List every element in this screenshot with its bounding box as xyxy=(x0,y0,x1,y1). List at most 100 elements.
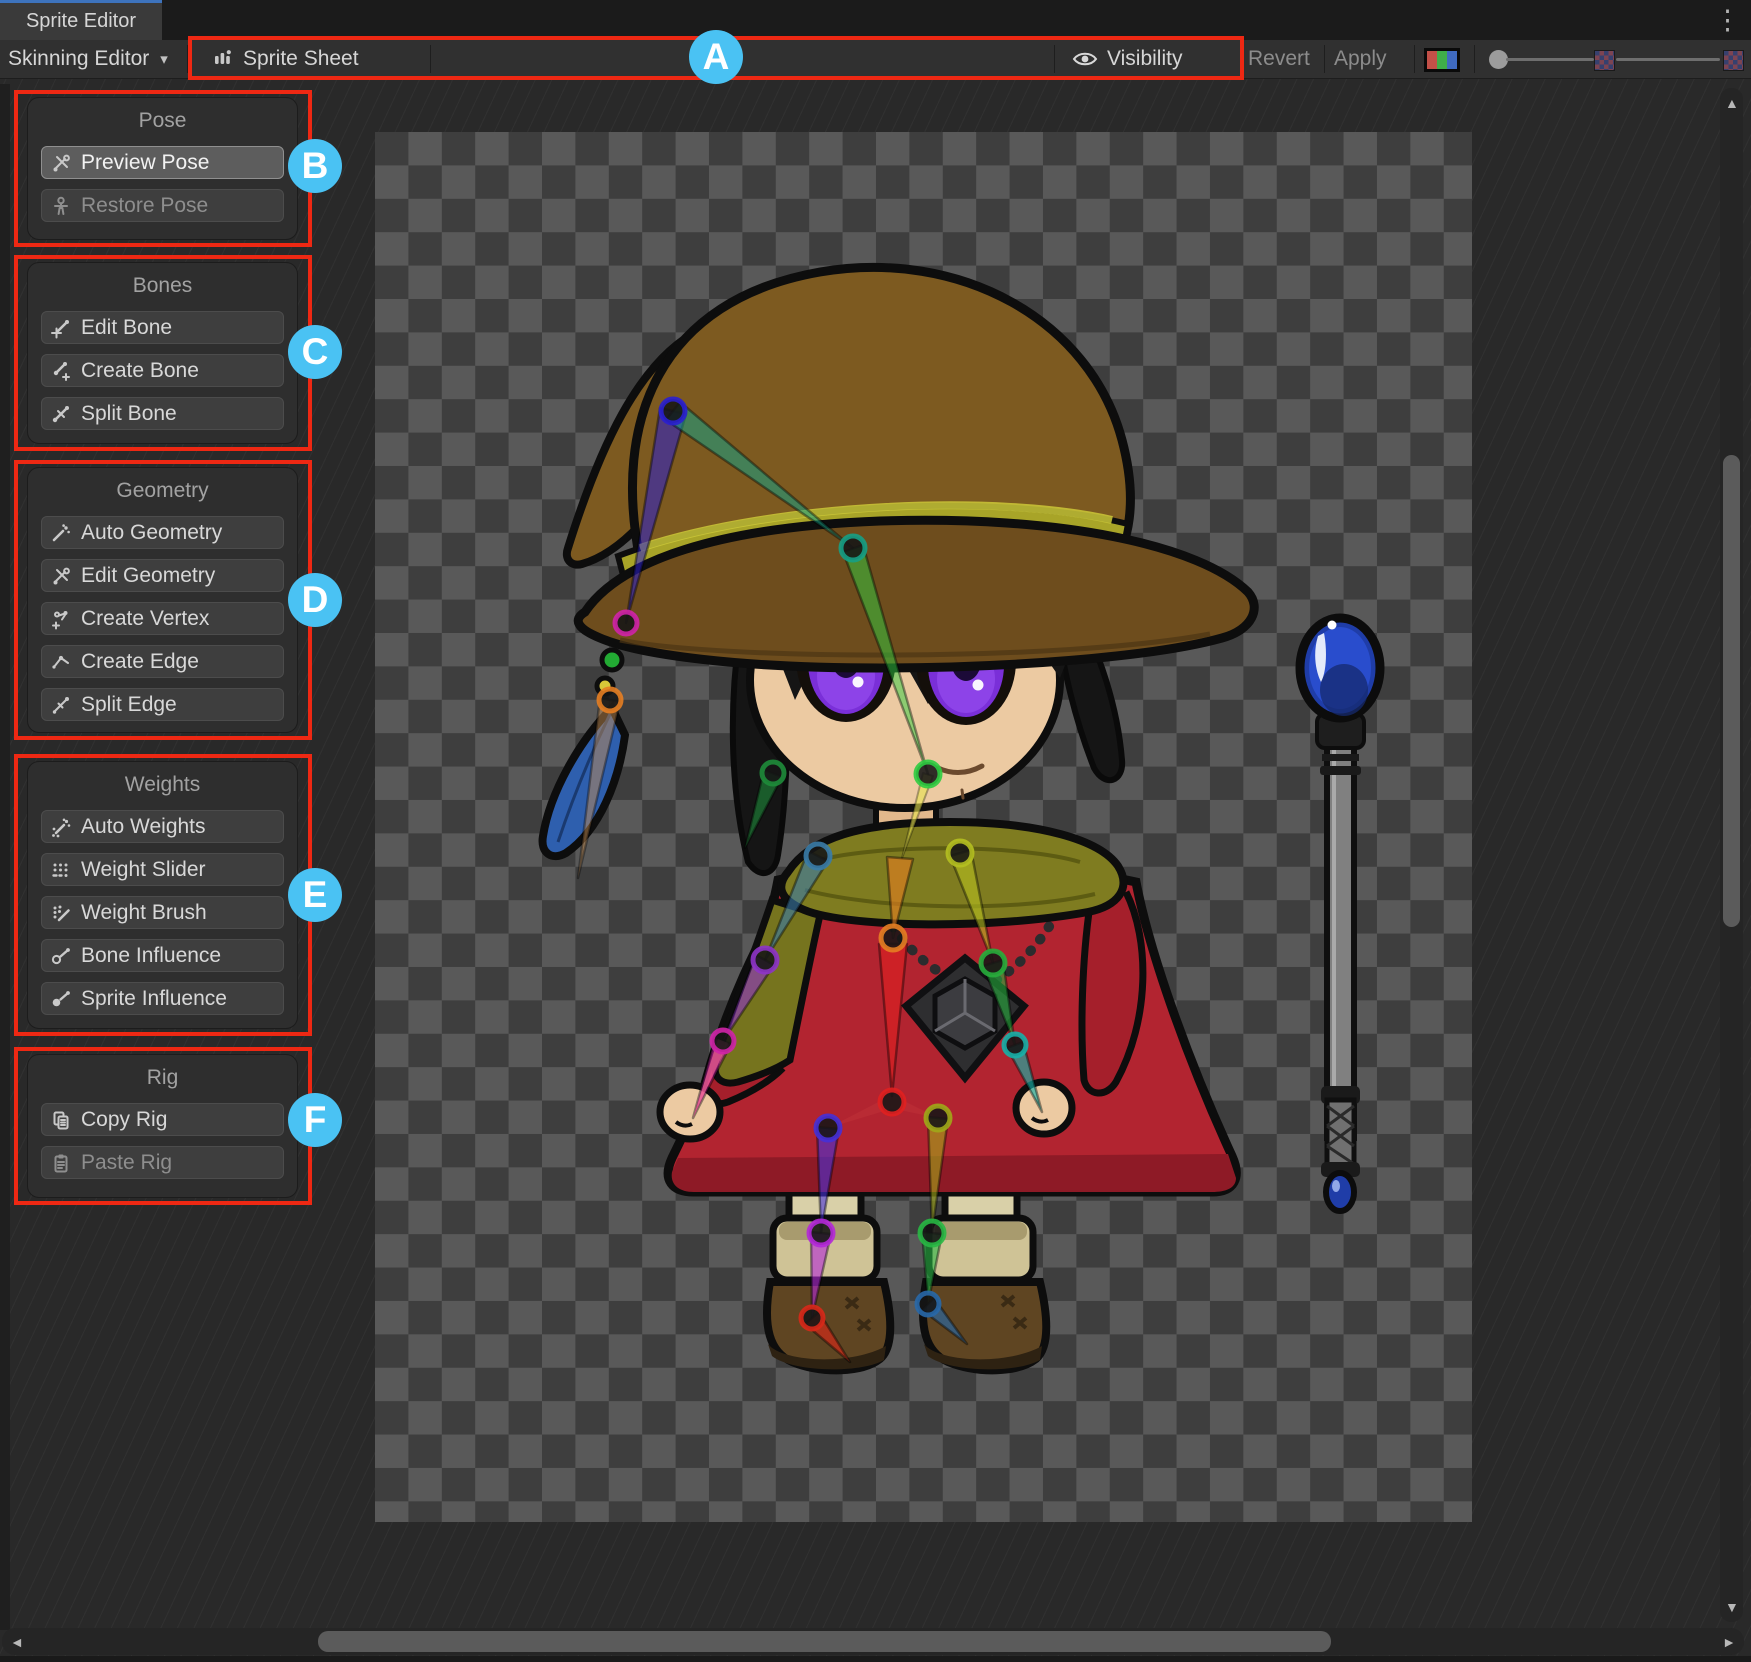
bone-influence-button[interactable]: Bone Influence xyxy=(41,939,284,972)
pose-panel: Pose Preview Pose Restore Pose xyxy=(27,97,298,240)
rig-panel: Rig Copy Rig Paste Rig xyxy=(27,1054,298,1198)
edge-add-icon xyxy=(50,651,72,673)
rgb-channels-button[interactable] xyxy=(1424,48,1460,72)
sprite-sheet-icon xyxy=(212,48,234,70)
panel-title-pose: Pose xyxy=(28,98,297,146)
staff xyxy=(1300,618,1380,1211)
eye-icon xyxy=(1072,50,1098,68)
scroll-left-icon[interactable]: ◄ xyxy=(10,1635,24,1649)
toolbar-divider xyxy=(1054,45,1055,73)
character-artwork xyxy=(375,132,1472,1522)
auto-weights-button[interactable]: Auto Weights xyxy=(41,810,284,843)
geometry-panel: Geometry Auto Geometry Edit Geometry Cre… xyxy=(27,467,298,733)
visibility-button[interactable]: Visibility xyxy=(1072,40,1182,78)
character-body xyxy=(660,822,1236,1370)
sprite-influence-button[interactable]: Sprite Influence xyxy=(41,982,284,1015)
button-label: Bone Influence xyxy=(81,944,221,968)
split-bone-button[interactable]: Split Bone xyxy=(41,397,284,430)
weight-slider-button[interactable]: Weight Slider xyxy=(41,853,284,886)
vertical-scrollbar-thumb[interactable] xyxy=(1723,455,1740,927)
sprite-sheet-label: Sprite Sheet xyxy=(243,47,359,71)
hat xyxy=(578,267,1254,668)
alpha-texture-icon[interactable] xyxy=(1594,50,1615,71)
toolbar-divider xyxy=(1324,45,1325,73)
zoom-slider-track[interactable] xyxy=(1506,58,1594,61)
copy-rig-button[interactable]: Copy Rig xyxy=(41,1103,284,1136)
skinning-editor-dropdown[interactable]: Skinning Editor ▾ xyxy=(8,40,168,78)
panel-title-bones: Bones xyxy=(28,263,297,311)
left-hand xyxy=(660,1085,720,1139)
sprite-sheet-button[interactable]: Sprite Sheet xyxy=(212,40,359,78)
magic-wand-icon xyxy=(50,522,72,544)
clipboard-icon xyxy=(50,1152,72,1174)
scroll-right-icon[interactable]: ► xyxy=(1722,1635,1736,1649)
window-bottom-edge xyxy=(0,1656,1751,1662)
tab-bar: Sprite Editor ⋮ xyxy=(0,0,1751,40)
weights-panel: Weights Auto Weights Weight Slider xyxy=(27,761,298,1029)
scroll-down-icon[interactable]: ▼ xyxy=(1725,1600,1739,1614)
button-label: Edit Geometry xyxy=(81,564,215,588)
toolbar-divider xyxy=(1414,45,1415,73)
tab-sprite-editor[interactable]: Sprite Editor xyxy=(0,0,162,40)
auto-geometry-button[interactable]: Auto Geometry xyxy=(41,516,284,549)
button-label: Weight Slider xyxy=(81,858,206,882)
panel-title-rig: Rig xyxy=(28,1055,297,1103)
right-hand xyxy=(1016,1082,1072,1134)
create-vertex-button[interactable]: Create Vertex xyxy=(41,602,284,635)
toolbar-divider xyxy=(430,45,431,73)
toolbar: Skinning Editor ▾ Sprite Sheet Visibilit… xyxy=(0,40,1751,79)
button-label: Auto Weights xyxy=(81,815,206,839)
button-label: Create Vertex xyxy=(81,607,209,631)
panel-title-weights: Weights xyxy=(28,762,297,810)
sprite-influence-icon xyxy=(50,988,72,1010)
edit-geometry-button[interactable]: Edit Geometry xyxy=(41,559,284,592)
magic-dots-icon xyxy=(50,816,72,838)
preview-pose-button[interactable]: Preview Pose xyxy=(41,146,284,179)
horizontal-scrollbar-thumb[interactable] xyxy=(318,1631,1331,1652)
button-label: Auto Geometry xyxy=(81,521,222,545)
button-label: Weight Brush xyxy=(81,901,207,925)
scarf xyxy=(781,822,1123,924)
vertical-scrollbar[interactable]: ▲ ▼ xyxy=(1720,88,1743,1622)
copy-icon xyxy=(50,1109,72,1131)
dots-grid-icon xyxy=(50,859,72,881)
button-label: Restore Pose xyxy=(81,194,208,218)
button-label: Copy Rig xyxy=(81,1108,167,1132)
tools-icon xyxy=(50,565,72,587)
button-label: Sprite Influence xyxy=(81,987,227,1011)
mip-slider-track[interactable] xyxy=(1616,58,1720,61)
visibility-label: Visibility xyxy=(1107,47,1182,71)
split-edge-button[interactable]: Split Edge xyxy=(41,688,284,721)
edge-split-icon xyxy=(50,694,72,716)
panel-title-geometry: Geometry xyxy=(28,468,297,516)
horizontal-scrollbar[interactable]: ◄ ► xyxy=(2,1628,1744,1655)
tools-icon xyxy=(50,152,72,174)
button-label: Paste Rig xyxy=(81,1151,172,1175)
revert-button[interactable]: Revert xyxy=(1248,40,1310,78)
bone-add-icon xyxy=(50,360,72,382)
toolbar-divider xyxy=(1240,45,1241,73)
create-edge-button[interactable]: Create Edge xyxy=(41,645,284,678)
mip-texture-icon[interactable] xyxy=(1723,50,1744,71)
paste-rig-button[interactable]: Paste Rig xyxy=(41,1146,284,1179)
restore-pose-button[interactable]: Restore Pose xyxy=(41,189,284,222)
revert-label: Revert xyxy=(1248,47,1310,71)
chevron-down-icon: ▾ xyxy=(160,50,168,68)
bone-move-icon xyxy=(50,317,72,339)
tab-label: Sprite Editor xyxy=(26,10,136,33)
button-label: Preview Pose xyxy=(81,151,209,175)
create-bone-button[interactable]: Create Bone xyxy=(41,354,284,387)
sprite-editor-window: Sprite Editor ⋮ Skinning Editor ▾ Sprite… xyxy=(0,0,1751,1662)
button-label: Split Edge xyxy=(81,693,177,717)
edit-bone-button[interactable]: Edit Bone xyxy=(41,311,284,344)
overflow-menu-icon[interactable]: ⋮ xyxy=(1714,0,1741,40)
sprite-canvas[interactable] xyxy=(375,132,1472,1522)
person-icon xyxy=(50,195,72,217)
button-label: Split Bone xyxy=(81,402,177,426)
button-label: Create Bone xyxy=(81,359,199,383)
button-label: Create Edge xyxy=(81,650,199,674)
apply-button[interactable]: Apply xyxy=(1334,40,1387,78)
window-edge xyxy=(0,84,10,1630)
weight-brush-button[interactable]: Weight Brush xyxy=(41,896,284,929)
scroll-up-icon[interactable]: ▲ xyxy=(1725,96,1739,110)
